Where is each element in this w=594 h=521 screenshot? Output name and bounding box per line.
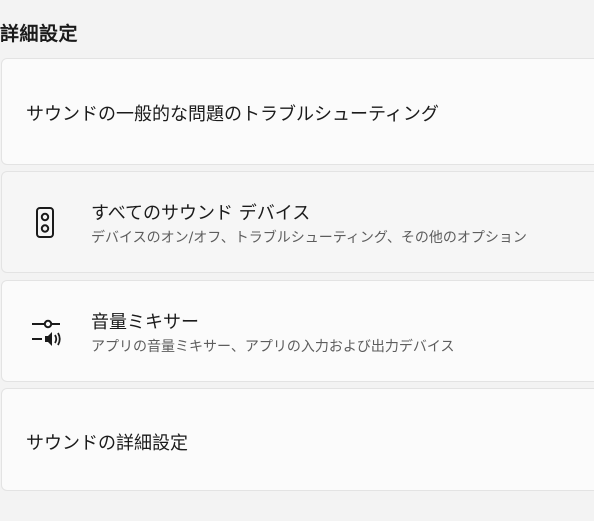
speaker-icon [31,206,67,242]
volume-mixer-subtitle: アプリの音量ミキサー、アプリの入力および出力デバイス [91,339,455,355]
volume-mixer-card[interactable]: 音量ミキサー アプリの音量ミキサー、アプリの入力および出力デバイス [1,280,594,382]
advanced-sound-settings-label: サウンドの詳細設定 [26,433,188,454]
section-title: 詳細設定 [0,23,79,45]
troubleshoot-card[interactable]: サウンドの一般的な問題のトラブルシューティング [1,58,594,165]
troubleshoot-label: サウンドの一般的な問題のトラブルシューティング [26,104,439,125]
all-sound-devices-title: すべてのサウンド デバイス [91,203,311,224]
volume-mixer-title: 音量ミキサー [91,312,199,333]
volume-mixer-icon [30,318,66,354]
all-sound-devices-card[interactable]: すべてのサウンド デバイス デバイスのオン/オフ、トラブルシューティング、その他… [1,171,594,273]
all-sound-devices-subtitle: デバイスのオン/オフ、トラブルシューティング、その他のオプション [91,230,527,246]
advanced-sound-settings-card[interactable]: サウンドの詳細設定 [1,388,594,491]
